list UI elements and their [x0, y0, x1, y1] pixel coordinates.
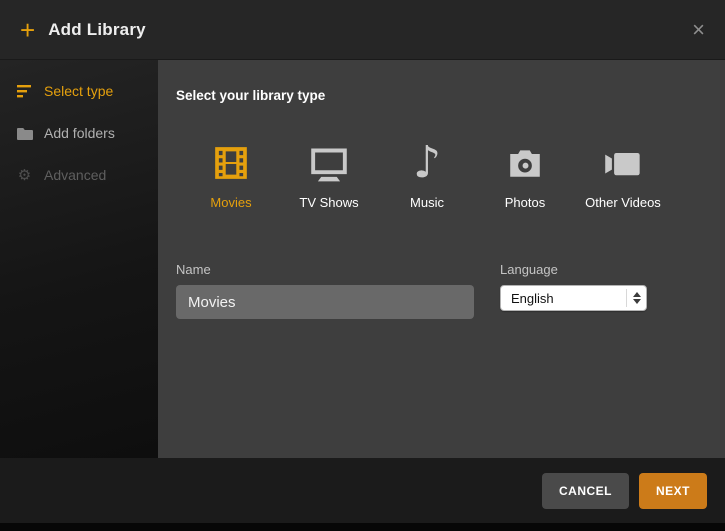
dialog-header: + Add Library × [0, 0, 725, 60]
video-camera-icon [602, 141, 644, 185]
type-option-photos[interactable]: Photos [476, 141, 574, 210]
select-type-icon [16, 84, 33, 98]
window-bottom-edge [0, 523, 725, 531]
dialog-title: Add Library [48, 20, 146, 40]
camera-icon [505, 141, 545, 185]
name-field-group: Name [176, 262, 474, 319]
film-strip-icon [212, 141, 250, 185]
library-type-picker: Movies TV Shows ♪ Music [182, 141, 707, 210]
language-field-group: Language English [500, 262, 647, 311]
sidebar-item-add-folders[interactable]: Add folders [0, 112, 158, 154]
sidebar-item-label: Add folders [44, 125, 115, 141]
library-form: Name Language English [176, 262, 707, 319]
dialog-body: Select type Add folders ⚙ Advanced Selec… [0, 60, 725, 458]
main-content: Select your library type Movies [158, 60, 725, 458]
sidebar-item-advanced[interactable]: ⚙ Advanced [0, 154, 158, 196]
language-selected-value: English [511, 291, 554, 306]
sidebar: Select type Add folders ⚙ Advanced [0, 60, 158, 458]
dialog-footer: CANCEL NEXT [0, 458, 725, 523]
name-label: Name [176, 262, 474, 277]
sidebar-item-label: Advanced [44, 167, 106, 183]
gear-icon: ⚙ [16, 168, 33, 183]
type-option-label: Movies [210, 195, 251, 210]
cancel-button[interactable]: CANCEL [542, 473, 629, 509]
close-icon[interactable]: × [692, 19, 705, 41]
type-option-label: Other Videos [585, 195, 661, 210]
type-option-tv-shows[interactable]: TV Shows [280, 141, 378, 210]
folder-icon [16, 127, 33, 140]
sidebar-item-select-type[interactable]: Select type [0, 70, 158, 112]
type-option-label: Photos [505, 195, 545, 210]
select-stepper-icon [626, 289, 641, 307]
language-label: Language [500, 262, 647, 277]
section-heading: Select your library type [176, 88, 707, 103]
name-input[interactable] [176, 285, 474, 319]
next-button[interactable]: NEXT [639, 473, 707, 509]
music-note-icon: ♪ [413, 141, 441, 185]
add-library-dialog: + Add Library × Select type [0, 0, 725, 531]
plus-icon: + [20, 17, 35, 43]
type-option-movies[interactable]: Movies [182, 141, 280, 210]
sidebar-item-label: Select type [44, 83, 113, 99]
type-option-label: TV Shows [299, 195, 358, 210]
type-option-music[interactable]: ♪ Music [378, 141, 476, 210]
type-option-other-videos[interactable]: Other Videos [574, 141, 672, 210]
tv-icon [308, 141, 350, 185]
type-option-label: Music [410, 195, 444, 210]
language-select[interactable]: English [500, 285, 647, 311]
